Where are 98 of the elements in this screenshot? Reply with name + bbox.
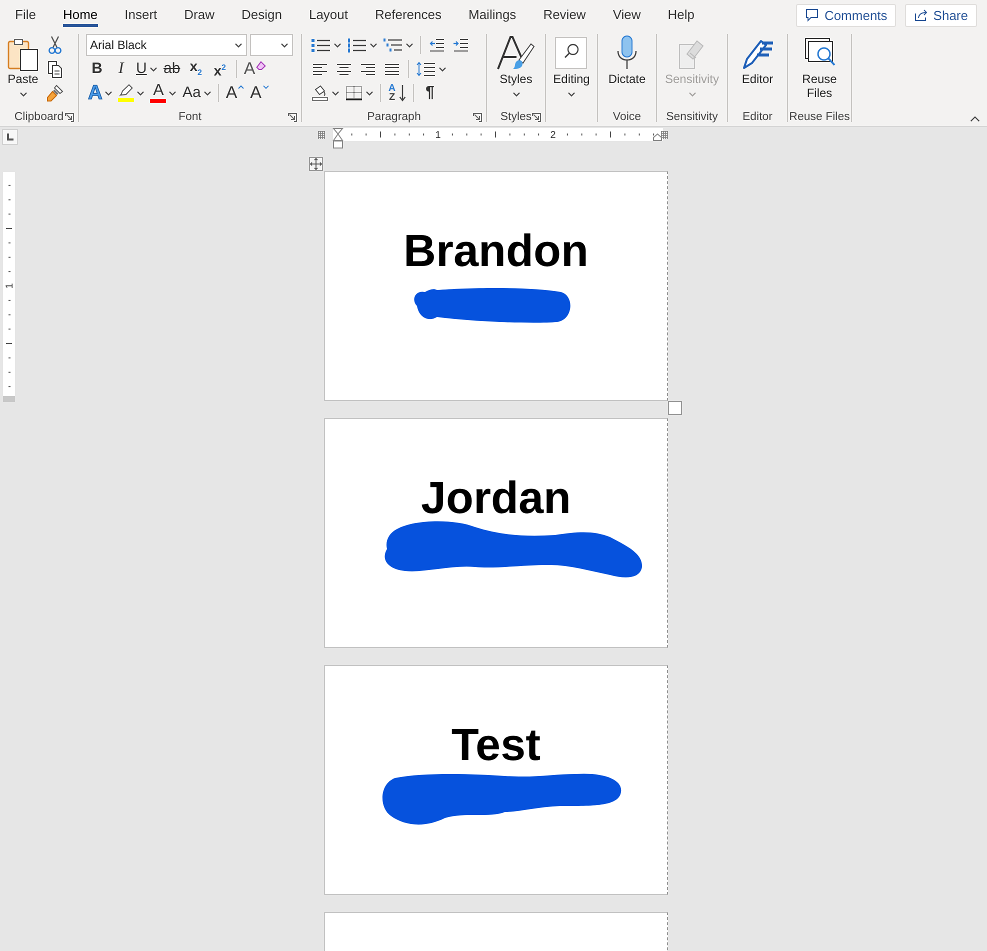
grow-font-button[interactable]: A [224,82,246,104]
bullet-list-icon [311,38,331,52]
editing-button[interactable]: Editing [550,34,593,97]
ruler-number: 2 [550,130,556,141]
table-resize-handle[interactable] [668,401,682,415]
dialog-launcher-button[interactable] [473,112,482,122]
increase-indent-icon [453,38,469,52]
label-name: Brandon [404,228,588,273]
chevron-up-icon [238,85,244,89]
reuse-files-button[interactable]: Reuse Files [794,34,844,100]
strikethrough-button[interactable]: ab [160,58,183,80]
group-label: Paragraph [367,111,421,123]
letter-paintbrush-icon [496,35,536,71]
speech-bubble-icon [805,8,820,22]
share-icon [914,8,928,22]
ruler-margin-block [3,396,15,402]
copy-icon [47,60,63,78]
change-case-button[interactable]: Aa [180,82,213,104]
dialog-launcher-icon [532,112,541,122]
chevron-up-icon [970,116,980,122]
italic-button[interactable]: I [110,58,132,80]
dictate-button[interactable]: Dictate [605,34,649,86]
ribbon-tab[interactable]: Mailings [468,0,516,27]
label-name: Test [451,722,541,767]
justify-icon [384,62,400,76]
group-label: Reuse Files [789,111,850,123]
clipboard-icon [7,37,39,71]
align-right-icon [360,62,376,76]
move-arrows-icon [310,158,322,170]
align-center-icon [336,62,352,76]
numbered-list-icon [347,38,367,52]
ribbon-tab[interactable]: Home [62,0,98,27]
left-tab-icon [6,133,14,141]
dialog-launcher-icon [473,112,482,122]
indent-marker-icon[interactable] [332,128,344,148]
underline-button[interactable]: U [134,58,159,80]
chevron-down-icon [235,42,242,48]
ribbon-tab[interactable]: File [15,0,36,27]
shrink-font-button[interactable]: A [248,82,270,104]
chevron-down-icon [281,42,288,48]
line-spacing-icon [416,61,436,77]
ribbon-tab[interactable]: Help [668,0,695,27]
ruler-number: 1 [435,130,441,141]
collapse-ribbon-button[interactable] [970,116,980,122]
ribbon-tab[interactable]: View [612,0,641,27]
superscript-button[interactable]: x$^{2}$ [208,58,231,80]
sort-button[interactable]: A Z [386,82,408,104]
font-size-field[interactable] [250,34,293,56]
align-left-icon [312,62,328,76]
indent-marker-icon[interactable] [653,133,662,141]
ribbon-tab[interactable]: Design [242,0,282,27]
subscript-button[interactable]: x$_{2}$ [184,58,207,80]
dialog-launcher-button[interactable] [65,112,74,122]
borders-icon [345,85,363,101]
tab-stop-selector[interactable] [2,129,18,145]
table-move-handle[interactable] [309,157,323,171]
ruler-number: 1 [4,283,15,289]
ribbon-tab[interactable]: Layout [308,0,348,27]
ribbon-tab[interactable]: Review [543,0,586,27]
show-marks-button[interactable]: ¶ [419,82,441,104]
multilevel-list-icon [383,38,403,52]
label-name: Jordan [420,475,572,520]
dialog-launcher-icon [288,112,297,122]
group-label: Styles [500,111,532,123]
decrease-indent-icon [429,38,445,52]
group-label: Editor [742,111,773,123]
ribbon-tab[interactable]: Insert [124,0,158,27]
styles-button[interactable]: Styles [493,34,539,97]
search-icon [555,37,588,69]
highlight-button[interactable] [116,82,146,104]
eraser-icon [256,61,266,70]
font-name-field[interactable]: Arial Black [86,34,247,56]
group-label: Sensitivity [666,111,718,123]
paste-button[interactable]: Paste [4,34,42,97]
share-button[interactable]: Share [905,4,977,26]
dialog-launcher-icon [65,112,74,122]
paint-bucket-icon [311,85,329,101]
dialog-launcher-button[interactable] [532,112,541,122]
scissors-icon [48,35,62,55]
group-label: Clipboard [14,111,64,123]
highlighter-pen-icon [118,84,134,97]
column-marker-icon[interactable] [660,130,668,140]
microphone-icon [616,35,638,71]
chevron-down-icon [262,85,268,89]
paintbrush-icon [46,84,64,102]
comments-button[interactable]: Comments [796,4,896,26]
down-arrow-icon [398,84,406,102]
bold-button[interactable]: B [86,58,108,80]
clear-formatting-button[interactable]: A [242,58,268,80]
ribbon-tab[interactable]: Draw [184,0,214,27]
group-label: Voice [612,111,642,123]
group-label: Font [178,111,202,123]
dialog-launcher-button[interactable] [288,112,297,122]
column-marker-icon[interactable] [318,130,326,140]
font-color-button[interactable]: A [148,82,178,104]
editor-button[interactable]: Editor [738,34,778,86]
format-painter-button[interactable] [44,82,66,104]
ribbon-tab[interactable]: References [375,0,442,27]
